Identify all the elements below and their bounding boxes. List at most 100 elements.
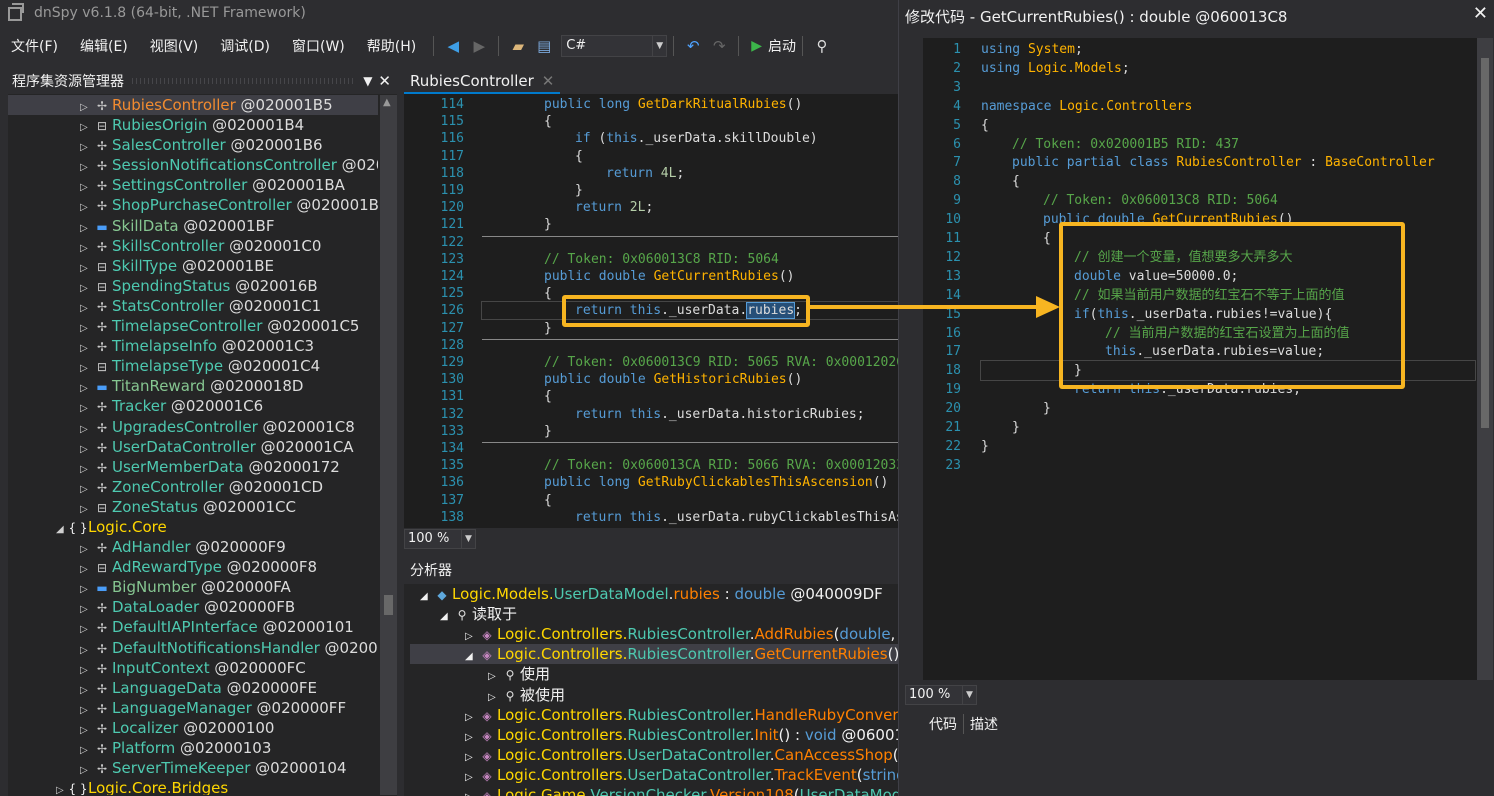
assembly-tree[interactable]: ▷ ✢ RubiesController @020001B5 ▷ ⊟ RubiesOrig…: [8, 95, 378, 795]
open-folder-icon[interactable]: ▰: [508, 36, 528, 56]
scrollbar-thumb[interactable]: [384, 595, 393, 615]
tree-node-token: @020000FA: [196, 578, 291, 597]
tab-rubies-controller[interactable]: RubiesController ✕: [404, 68, 561, 94]
analyzer-node[interactable]: ▷ ◈ Logic.Controllers.UserDataController.C…: [410, 745, 898, 765]
panel-menu-icon[interactable]: ▼: [363, 74, 372, 88]
analyzer-node[interactable]: ◢ ⚲ 读取于: [410, 604, 898, 624]
analyzer-node[interactable]: ◢ ◆ Logic.Models.UserDataModel.rubies : do…: [410, 584, 898, 604]
undo-icon[interactable]: ↶: [683, 36, 703, 56]
tree-node[interactable]: ▷ ⊟ SpendingStatus @020016B: [8, 276, 378, 296]
menu-edit[interactable]: 编辑(E): [69, 36, 139, 56]
analyzer-node[interactable]: ▷ ⚲ 被使用: [410, 685, 898, 705]
class-icon: ✢: [96, 681, 108, 696]
tree-node[interactable]: ▷ ✢ StatsController @020001C1: [8, 296, 378, 316]
tree-node-token: @020000FF: [251, 698, 347, 717]
tree-node[interactable]: ▷ ✢ SettingsController @020001BA: [8, 175, 378, 195]
line-number: 20: [945, 401, 961, 417]
tree-node[interactable]: ▷ ✢ Localizer @02000100: [8, 718, 378, 738]
redo-icon[interactable]: ↷: [709, 36, 729, 56]
analyzer-node-text: Logic.Controllers.UserDataController.Can…: [497, 745, 898, 764]
tab-description[interactable]: 描述: [964, 714, 1004, 734]
menu-help[interactable]: 帮助(H): [356, 36, 427, 56]
search-icon[interactable]: ⚲: [812, 36, 832, 56]
collapsed-arrow-icon[interactable]: ▷: [56, 781, 68, 795]
tree-node[interactable]: ▷ ⊟ SkillType @020001BE: [8, 256, 378, 276]
tree-scrollbar[interactable]: ▲: [380, 95, 397, 795]
menu-view[interactable]: 视图(V): [139, 36, 210, 56]
tree-node[interactable]: ▷ ✢ SalesController @020001B6: [8, 135, 378, 155]
tree-node[interactable]: ▷ ✢ RubiesController @020001B5: [8, 95, 378, 116]
analyzer-node[interactable]: ▷ ◈ Logic.Controllers.UserDataController.T…: [410, 765, 898, 785]
tree-node[interactable]: ▷ ▬ SkillData @020001BF: [8, 216, 378, 236]
analyzer-node[interactable]: ▷ ◈ Logic.Controllers.RubiesController.Ini…: [410, 725, 898, 745]
class-icon: ✢: [96, 400, 108, 415]
analyzer-node[interactable]: ▷ ◈ Logic.Controllers.RubiesController.Add…: [410, 624, 898, 644]
tree-node[interactable]: ▷ ✢ LanguageManager @020000FF: [8, 698, 378, 718]
tree-node[interactable]: ▷ ✢ UserMemberData @02000172: [8, 457, 378, 477]
tree-node[interactable]: ▷ ✢ TimelapseInfo @020001C3: [8, 336, 378, 356]
app-title: dnSpy v6.1.8 (64-bit, .NET Framework): [34, 5, 306, 21]
collapsed-arrow-icon[interactable]: ▷: [465, 788, 477, 796]
tree-node[interactable]: ▷{ }Logic.Core.Bridges: [8, 778, 378, 795]
code-line: 118 return 4L;: [404, 165, 898, 182]
tree-node[interactable]: ▷ ▬ BigNumber @020000FA: [8, 577, 378, 597]
analyzer-node-text: Logic.Controllers.UserDataController.Tra…: [497, 765, 898, 784]
tree-node-name: InputContext: [112, 658, 210, 677]
tree-node[interactable]: ▷ ✢ Platform @02000103: [8, 738, 378, 758]
analyzer-node[interactable]: ▷ ⚲ 使用: [410, 664, 898, 684]
analyzer-title: 分析器: [404, 558, 898, 584]
tree-node-name: DefaultIAPInterface: [112, 618, 258, 637]
close-icon[interactable]: ✕: [378, 72, 391, 90]
tree-node[interactable]: ▷ ✢ SkillsController @020001C0: [8, 236, 378, 256]
tree-node[interactable]: ▷ ▬ TitanReward @0200018D: [8, 376, 378, 396]
tree-node[interactable]: ▷ ✢ TimelapseController @020001C5: [8, 316, 378, 336]
start-button[interactable]: ▶ 启动: [751, 36, 796, 56]
tree-node[interactable]: ▷✢SessionNotificationsController @020: [8, 155, 378, 175]
tree-node[interactable]: ▷ ⊟ TimelapseType @020001C4: [8, 356, 378, 376]
line-number: 125: [440, 286, 464, 302]
tree-node[interactable]: ▷ ✢ DefaultIAPInterface @02000101: [8, 617, 378, 637]
save-all-icon[interactable]: ▤: [534, 36, 554, 56]
code-line: 116 if (this._userData.skillDouble): [404, 130, 898, 147]
close-icon[interactable]: ✕: [542, 72, 555, 90]
scrollbar-thumb[interactable]: [1481, 58, 1489, 428]
dialog-zoom-select[interactable]: 100 % ▼: [905, 685, 977, 705]
tree-node[interactable]: ▷ ✢ AdHandler @020000F9: [8, 537, 378, 557]
tree-node[interactable]: ▷ ⊟ RubiesOrigin @020001B4: [8, 115, 378, 135]
code-text: public long GetRubyClickablesThisAscensi…: [544, 475, 889, 491]
close-icon[interactable]: ✕: [1473, 3, 1488, 24]
tree-node[interactable]: ▷ ✢ DataLoader @020000FB: [8, 597, 378, 617]
forward-icon[interactable]: ▶: [469, 36, 489, 56]
tree-node[interactable]: ▷ ✢ Tracker @020001C6: [8, 396, 378, 416]
menu-debug[interactable]: 调试(D): [209, 36, 281, 56]
scroll-up-icon[interactable]: ▲: [383, 97, 391, 108]
analyzer-node[interactable]: ▷ ◈ Logic.Game.VersionChecker.Version108(U…: [410, 785, 898, 796]
dialog-scrollbar[interactable]: [1477, 38, 1493, 680]
tab-code[interactable]: 代码: [923, 714, 964, 734]
class-icon: ✢: [96, 199, 108, 214]
tree-node[interactable]: ▷ ⊟ ZoneStatus @020001CC: [8, 497, 378, 517]
back-icon[interactable]: ◀: [443, 36, 463, 56]
language-select[interactable]: C# ▼: [561, 35, 668, 57]
tree-node-token: @020001BF: [178, 216, 275, 235]
tree-node[interactable]: ▷ ✢ LanguageData @020000FE: [8, 678, 378, 698]
analyzer-node-text: Logic.Controllers.RubiesController.GetCu…: [497, 645, 898, 664]
tree-node[interactable]: ◢{ }Logic.Core: [8, 517, 378, 537]
line-number: 122: [440, 234, 464, 250]
tree-node[interactable]: ▷ ✢ ServerTimeKeeper @02000104: [8, 758, 378, 778]
menu-file[interactable]: 文件(F): [0, 36, 69, 56]
zoom-select[interactable]: 100 % ▼: [404, 529, 476, 549]
tree-node[interactable]: ▷✢DefaultNotificationsHandler @02000: [8, 638, 378, 658]
code-text: return 2L;: [575, 200, 654, 216]
tree-node[interactable]: ▷✢ShopPurchaseController @020001BC: [8, 195, 378, 215]
analyzer-node[interactable]: ▷ ◈ Logic.Controllers.RubiesController.Han…: [410, 705, 898, 725]
tree-node[interactable]: ▷ ✢ UserDataController @020001CA: [8, 437, 378, 457]
tree-node[interactable]: ▷ ⊟ AdRewardType @020000F8: [8, 557, 378, 577]
tree-node[interactable]: ▷ ✢ UpgradesController @020001C8: [8, 417, 378, 437]
analyzer-node[interactable]: ◢ ◈ Logic.Controllers.RubiesController.Get…: [410, 644, 898, 665]
search-icon: ⚲: [505, 668, 515, 683]
menu-window[interactable]: 窗口(W): [281, 36, 356, 56]
tree-node[interactable]: ▷ ✢ ZoneController @020001CD: [8, 477, 378, 497]
field-icon: ◆: [437, 588, 447, 602]
tree-node[interactable]: ▷ ✢ InputContext @020000FC: [8, 658, 378, 678]
